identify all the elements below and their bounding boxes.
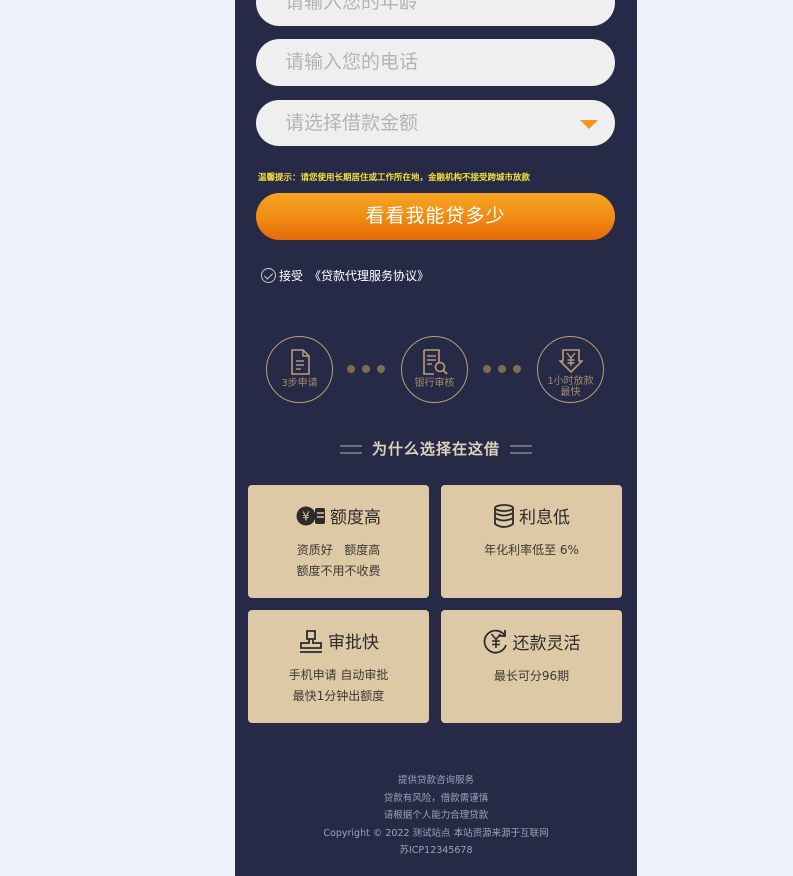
step-label-line1: 1小时放款: [547, 376, 594, 387]
step-dots: [347, 365, 385, 373]
step-dots: [483, 365, 521, 373]
yen-down-icon: [558, 349, 583, 373]
step-apply: 3步申请: [266, 336, 333, 403]
feature-desc-line1: 手机申请 自动审批: [288, 668, 389, 682]
feature-title: 还款灵活: [512, 633, 581, 654]
feature-title: 额度高: [330, 508, 381, 528]
agree-checkbox[interactable]: [261, 267, 276, 283]
submit-button[interactable]: 看看我能贷多少: [256, 193, 615, 240]
agreement-row: 接受 《贷款代理服务协议》: [261, 266, 429, 284]
step-label-line2: 最快: [560, 387, 581, 398]
feature-card-fast-approval: 审批快 手机申请 自动审批 最快1分钟出额度: [248, 610, 429, 723]
stamp-icon: [300, 629, 322, 653]
footer-line: 提供贷款咨询服务: [397, 775, 474, 786]
amount-select-placeholder: 请选择借款金额: [285, 112, 419, 134]
footer: 提供贷款咨询服务 贷款有风险，借款需谨慎 请根据个人能力合理贷款 Copyrig…: [235, 772, 637, 860]
feature-title: 利息低: [519, 508, 570, 528]
footer-copyright: Copyright © 2022 测试站点 本站资源来源于互联网: [323, 827, 549, 839]
feature-desc-line1: 资质好 额度高: [296, 543, 381, 557]
feature-title: 审批快: [328, 633, 379, 653]
divider: [510, 445, 532, 454]
review-icon: [422, 349, 448, 375]
yen-cycle-icon: [483, 629, 507, 654]
footer-line: 贷款有风险，借款需谨慎: [383, 792, 489, 804]
feature-card-low-interest: 利息低 年化利率低至 6%: [441, 485, 622, 598]
agreement-link[interactable]: 《贷款代理服务协议》: [309, 267, 429, 284]
amount-select[interactable]: 请选择借款金额: [256, 100, 615, 146]
feature-card-high-limit: ¥ 额度高 资质好 额度高 额度不用不收费: [248, 485, 429, 598]
svg-text:¥: ¥: [302, 509, 310, 523]
chevron-down-icon: [580, 120, 598, 129]
footer-line: 请根据个人能力合理贷款: [383, 810, 489, 821]
divider: [339, 445, 362, 454]
step-label: 1小时放款 最快: [538, 376, 603, 398]
step-label: 银行审核: [414, 378, 455, 389]
coins-icon: [494, 503, 514, 528]
step-review: 银行审核: [401, 336, 468, 403]
age-input[interactable]: 请输入您的年龄: [256, 0, 615, 26]
why-heading: 为什么选择在这借: [235, 438, 637, 459]
step-loan: 1小时放款 最快: [537, 336, 604, 403]
notice-text: 温馨提示：请您使用长期居住或工作所在地，金融机构不接受跨城市放款: [258, 173, 531, 183]
feature-card-flexible-repayment: 还款灵活 最长可分96期: [441, 610, 622, 723]
footer-icp[interactable]: 苏ICP12345678: [235, 842, 637, 860]
yen-card-icon: ¥: [296, 506, 325, 525]
step-label: 3步申请: [281, 378, 318, 389]
feature-desc-line2: 额度不用不收费: [296, 564, 381, 578]
why-title: 为什么选择在这借: [371, 440, 500, 458]
feature-desc-line2: 最快1分钟出额度: [292, 689, 385, 703]
loan-page: 请输入您的年龄 请输入您的电话 请选择借款金额 温馨提示：请您使用长期居住或工作…: [235, 0, 637, 876]
agree-label: 接受: [279, 268, 304, 283]
feature-desc-line1: 最长可分96期: [493, 669, 570, 683]
feature-desc-line1: 年化利率低至 6%: [484, 543, 579, 557]
phone-input[interactable]: 请输入您的电话: [256, 39, 615, 86]
document-icon: [290, 349, 310, 375]
